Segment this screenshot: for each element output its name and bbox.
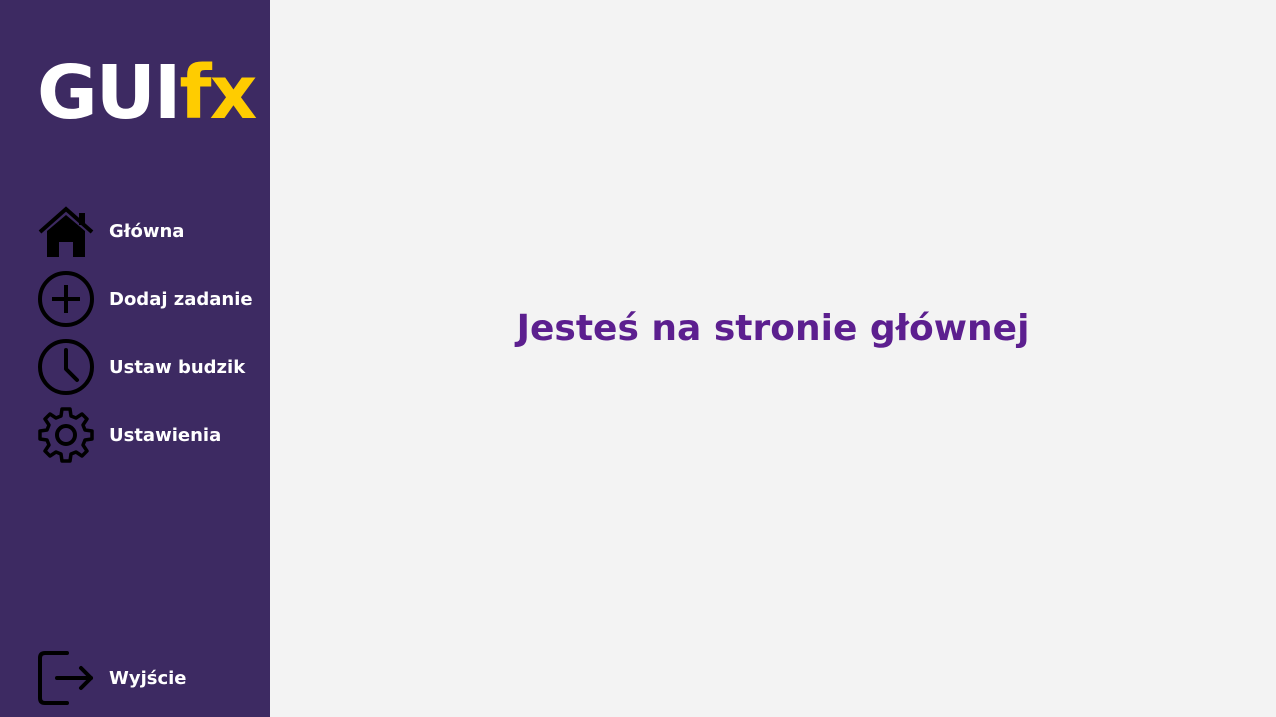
clock-icon (37, 338, 95, 396)
sidebar: GUIfx Główna Dodaj zadanie Ustaw budzik … (0, 0, 270, 717)
sidebar-item-add-task[interactable]: Dodaj zadanie (37, 270, 257, 328)
sidebar-item-label: Ustawienia (109, 424, 222, 446)
sidebar-item-label: Wyjście (109, 667, 187, 689)
gear-icon (37, 406, 95, 464)
logout-icon (37, 649, 95, 707)
app-window: GUIfx Główna Dodaj zadanie Ustaw budzik … (0, 0, 1276, 717)
page-heading: Jesteś na stronie głównej (516, 308, 1030, 349)
sidebar-item-label: Dodaj zadanie (109, 288, 253, 310)
sidebar-item-label: Główna (109, 220, 185, 242)
main-content: Jesteś na stronie głównej (270, 0, 1276, 717)
sidebar-item-home[interactable]: Główna (37, 202, 257, 260)
sidebar-item-label: Ustaw budzik (109, 356, 246, 378)
home-icon (37, 202, 95, 260)
logo-text-gui: GUI (37, 50, 181, 136)
sidebar-item-settings[interactable]: Ustawienia (37, 406, 257, 464)
logo-text-fx: fx (179, 50, 257, 136)
sidebar-item-set-alarm[interactable]: Ustaw budzik (37, 338, 257, 396)
sidebar-item-exit[interactable]: Wyjście (37, 649, 257, 707)
app-logo: GUIfx (37, 56, 257, 130)
add-circle-icon (37, 270, 95, 328)
